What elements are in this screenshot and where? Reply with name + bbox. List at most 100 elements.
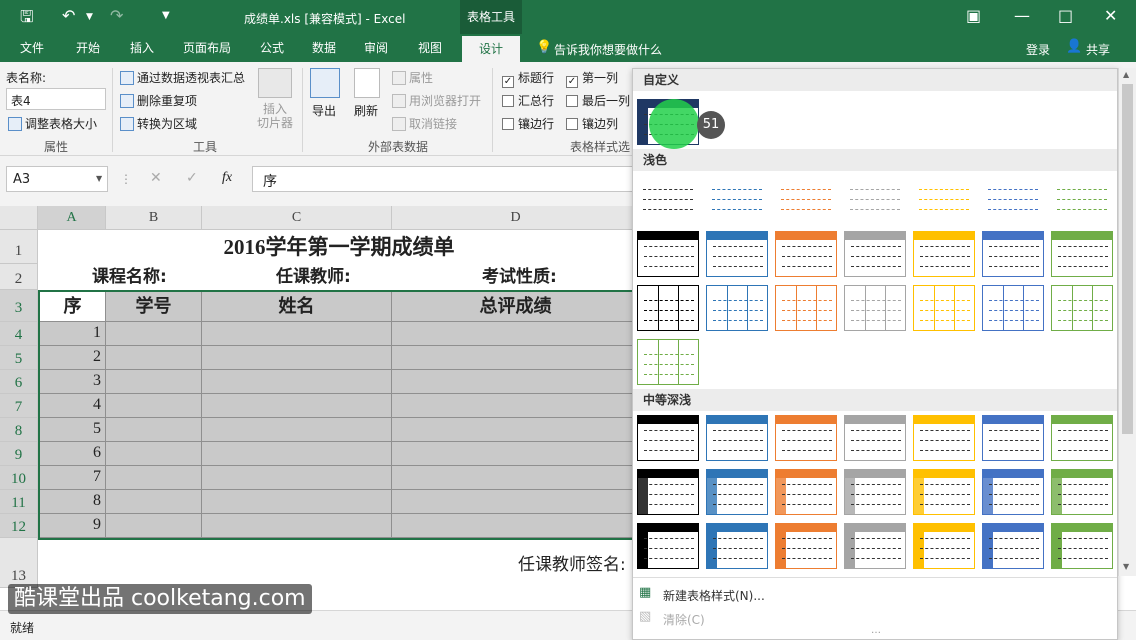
export-button[interactable]: 导出 [312,102,336,119]
table-cell[interactable]: 1 [40,322,106,346]
share-button[interactable]: 共享 [1086,41,1110,58]
table-cell[interactable]: 9 [40,514,106,538]
table-style-thumbnail[interactable] [913,175,975,221]
signature-label[interactable]: 任课教师签名: [518,550,626,575]
table-style-thumbnail[interactable] [844,523,906,569]
minimize-icon[interactable]: — [1014,6,1030,25]
ribbon-display-icon[interactable]: ▣ [966,6,981,25]
table-cell[interactable] [106,346,202,370]
insert-function-icon[interactable]: fx [222,170,232,186]
table-cell[interactable] [392,442,640,466]
maximize-icon[interactable]: □ [1058,6,1073,25]
table-cell[interactable] [392,514,640,538]
row-header[interactable]: 5 [0,346,38,370]
table-cell[interactable] [202,346,392,370]
header-row-checkbox[interactable]: ✓ 标题行 [502,69,554,88]
table-style-thumbnail[interactable] [982,523,1044,569]
customize-qat-icon[interactable]: ▼ [162,10,170,21]
row-header[interactable]: 11 [0,490,38,514]
table-cell[interactable] [202,418,392,442]
enter-icon[interactable]: ✓ [186,170,198,186]
scroll-thumb[interactable] [1122,84,1133,434]
pivot-summarize-button[interactable]: 通过数据透视表汇总 [120,69,245,86]
table-cell[interactable] [106,442,202,466]
select-all-corner[interactable] [0,206,38,230]
row-header[interactable]: 3 [0,290,38,322]
table-style-thumbnail[interactable] [982,231,1044,277]
row-header[interactable]: 2 [0,264,38,290]
table-style-thumbnail[interactable] [706,285,768,331]
teacher-label[interactable]: 任课教师: [276,264,351,290]
resize-table-button[interactable]: 调整表格大小 [8,115,97,132]
tell-me-box[interactable]: 告诉我你想要做什么 [554,41,662,58]
table-cell[interactable] [202,442,392,466]
remove-duplicates-button[interactable]: 删除重复项 [120,92,197,109]
header-cell-name[interactable]: 姓名 [202,292,392,322]
table-style-thumbnail[interactable] [844,285,906,331]
table-style-thumbnail[interactable] [706,469,768,515]
open-in-browser-button[interactable]: 用浏览器打开 [392,92,481,109]
table-style-thumbnail[interactable] [982,469,1044,515]
tab-insert[interactable]: 插入 [120,34,164,62]
banded-rows-checkbox[interactable]: 镶边行 [502,115,554,132]
convert-to-range-button[interactable]: 转换为区域 [120,115,197,132]
table-style-thumbnail[interactable] [982,285,1044,331]
table-style-thumbnail[interactable] [1051,231,1113,277]
table-style-thumbnail[interactable] [1051,175,1113,221]
table-style-thumbnail[interactable] [706,175,768,221]
table-cell[interactable]: 2 [40,346,106,370]
table-cell[interactable] [106,370,202,394]
table-style-thumbnail[interactable] [706,523,768,569]
exam-type-label[interactable]: 考试性质: [482,264,557,290]
gallery-scrollbar[interactable]: ▲ ▼ [1118,68,1136,576]
table-cell[interactable] [202,514,392,538]
new-table-style-item[interactable]: 新建表格样式(N)... [663,587,765,604]
first-column-checkbox[interactable]: ✓ 第一列 [566,69,618,88]
table-style-thumbnail[interactable] [775,523,837,569]
table-cell[interactable] [392,322,640,346]
formula-input[interactable]: 序 [252,166,636,192]
redo-icon[interactable]: ↷ [110,6,123,25]
table-style-thumbnail[interactable] [775,285,837,331]
column-header-a[interactable]: A [38,206,106,230]
table-style-thumbnail[interactable] [1051,469,1113,515]
refresh-button[interactable]: 刷新 [354,102,378,119]
row-header[interactable]: 8 [0,418,38,442]
table-style-thumbnail[interactable] [706,415,768,461]
close-icon[interactable]: ✕ [1104,6,1117,25]
clear-style-item[interactable]: 清除(C) [663,611,705,628]
table-cell[interactable]: 8 [40,490,106,514]
properties-button[interactable]: 属性 [392,69,433,86]
sheet-title[interactable]: 2016学年第一学期成绩单 [38,230,640,264]
table-style-thumbnail[interactable] [637,469,699,515]
unlink-button[interactable]: 取消链接 [392,115,457,132]
table-cell[interactable]: 7 [40,466,106,490]
table-style-thumbnail[interactable] [844,231,906,277]
table-cell[interactable] [202,394,392,418]
tab-data[interactable]: 数据 [302,34,346,62]
table-style-thumbnail[interactable] [913,469,975,515]
row-header[interactable]: 4 [0,322,38,346]
column-header-b[interactable]: B [106,206,202,230]
tab-review[interactable]: 审阅 [354,34,398,62]
banded-columns-checkbox[interactable]: 镶边列 [566,115,618,132]
table-cell[interactable] [392,418,640,442]
table-cell[interactable]: 5 [40,418,106,442]
table-cell[interactable] [392,370,640,394]
name-box-dropdown-icon[interactable]: ▼ [96,174,102,183]
table-style-thumbnail[interactable] [1051,415,1113,461]
table-cell[interactable]: 6 [40,442,106,466]
row-header[interactable]: 12 [0,514,38,538]
row-header[interactable]: 9 [0,442,38,466]
table-style-thumbnail[interactable] [637,415,699,461]
header-cell-id[interactable]: 学号 [106,292,202,322]
table-style-thumbnail[interactable] [844,469,906,515]
table-cell[interactable] [106,490,202,514]
row-header[interactable]: 6 [0,370,38,394]
table-cell[interactable] [392,394,640,418]
table-style-thumbnail[interactable] [1051,523,1113,569]
name-box[interactable]: A3 [6,166,108,192]
table-cell[interactable] [392,346,640,370]
tab-page-layout[interactable]: 页面布局 [176,34,238,62]
table-cell[interactable] [106,514,202,538]
